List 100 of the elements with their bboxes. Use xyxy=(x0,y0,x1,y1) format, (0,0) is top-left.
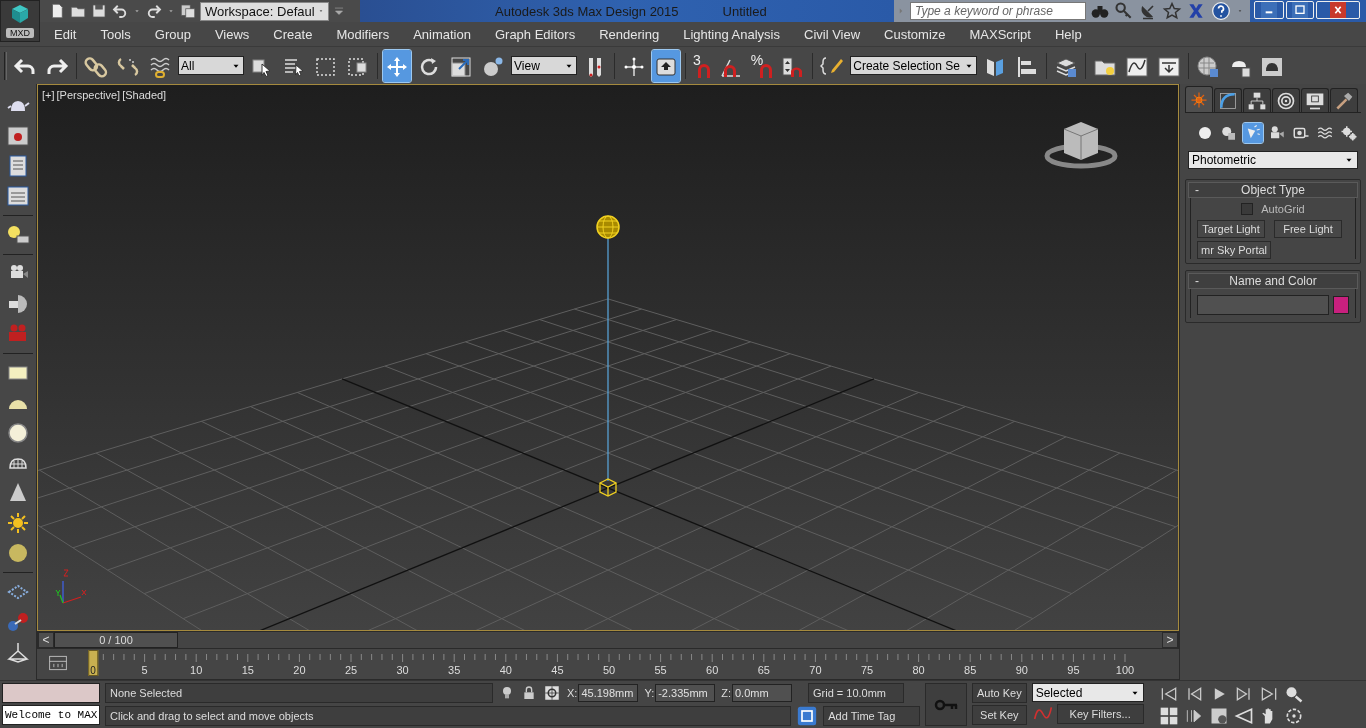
next-frame-button[interactable]: > xyxy=(1162,632,1178,648)
app-logo-button[interactable]: MXD xyxy=(0,0,40,42)
wireframe-pyramid-icon[interactable] xyxy=(6,640,30,664)
gears-category-button[interactable] xyxy=(1339,123,1359,143)
viewcube-icon[interactable] xyxy=(1044,122,1118,169)
menu-item[interactable]: Modifiers xyxy=(336,26,390,42)
rollout-header[interactable]: - Name and Color xyxy=(1188,273,1358,289)
toolbar-dropdown[interactable]: View xyxy=(511,56,577,75)
list-panel-icon[interactable] xyxy=(6,154,30,178)
sun-icon[interactable] xyxy=(6,511,30,535)
light-type-dropdown[interactable]: Photometric xyxy=(1188,151,1358,169)
checkbox-label: AutoGrid xyxy=(1261,203,1305,215)
undo-icon[interactable] xyxy=(111,2,129,20)
menu-item[interactable]: MAXScript xyxy=(969,26,1031,42)
coordinate-field[interactable]: -2.335mm xyxy=(655,684,716,703)
light-type-button[interactable]: Free Light xyxy=(1274,220,1342,238)
viewport[interactable]: [+] [Perspective] [Shaded] xyxy=(37,84,1179,631)
hammer-icon xyxy=(1334,90,1354,111)
frame-label: 30 xyxy=(396,664,409,676)
frame-label: 20 xyxy=(293,664,306,676)
menu-item[interactable]: Civil View xyxy=(804,26,861,42)
absolute-mode-icon[interactable] xyxy=(543,684,561,703)
add-time-tag-button[interactable]: Add Time Tag xyxy=(823,705,920,726)
selection-status-field: None Selected xyxy=(105,683,493,704)
sphere-icon[interactable] xyxy=(6,541,30,565)
save-icon[interactable] xyxy=(90,2,108,20)
bulb-panel-icon[interactable] xyxy=(6,223,30,247)
workspace-dropdown[interactable]: Workspace: Defaul xyxy=(200,1,329,21)
minimize-button[interactable] xyxy=(1254,1,1284,19)
project-folder-icon[interactable] xyxy=(179,2,197,20)
slider-panel-icon[interactable] xyxy=(6,184,30,208)
camera-sphere-icon[interactable] xyxy=(6,292,30,316)
light-globe-icon[interactable] xyxy=(596,215,620,239)
viewport-label[interactable]: [Shaded] xyxy=(122,89,167,101)
star-icon[interactable] xyxy=(1162,1,1182,21)
script-listener-field[interactable] xyxy=(2,683,100,703)
menu-item[interactable]: Tools xyxy=(100,26,131,42)
auto-key-button[interactable]: Auto Key xyxy=(972,683,1027,703)
script-listener-output[interactable]: Welcome to MAX xyxy=(2,705,100,725)
gears-icon xyxy=(1340,124,1358,142)
menu-item[interactable]: Create xyxy=(273,26,313,42)
time-slider-thumb[interactable]: 0 / 100 xyxy=(54,632,178,648)
monitor-tab[interactable] xyxy=(1301,88,1329,112)
menu-item[interactable]: Edit xyxy=(54,26,77,42)
key-mode-dropdown[interactable]: Selected xyxy=(1031,683,1144,702)
light-type-button[interactable]: Target Light xyxy=(1197,220,1265,238)
glowing-circle-icon[interactable] xyxy=(6,421,30,445)
coordinate-field[interactable]: 45.198mm xyxy=(578,684,639,703)
menu-item[interactable]: Lighting Analysis xyxy=(683,26,780,42)
track-bar-toggle-icon[interactable] xyxy=(47,653,69,673)
curved-arc-tab[interactable] xyxy=(1214,88,1242,112)
hierarchy-tab[interactable] xyxy=(1243,88,1271,112)
connected-spheres-icon[interactable] xyxy=(6,610,30,634)
upload-tray-button[interactable] xyxy=(652,49,680,82)
schematic-icon xyxy=(1157,54,1181,79)
menu-item[interactable]: Views xyxy=(214,26,250,42)
menu-item[interactable]: Customize xyxy=(884,26,946,42)
target-cube-icon[interactable] xyxy=(599,478,617,497)
magnet-button[interactable]: 3 xyxy=(691,49,713,82)
menu-item[interactable]: Graph Editors xyxy=(494,26,576,42)
frame-label: 35 xyxy=(448,664,461,676)
hierarchy-icon xyxy=(1247,90,1267,111)
previous-frame-button[interactable]: < xyxy=(38,632,54,648)
toolbar-dropdown[interactable]: All xyxy=(178,56,244,75)
object-name-field[interactable] xyxy=(1197,295,1329,315)
close-button[interactable] xyxy=(1316,1,1360,19)
menu-item[interactable]: Rendering xyxy=(599,26,660,42)
menu-item[interactable]: Help xyxy=(1054,26,1082,42)
toolbar-dropdown[interactable]: Create Selection Se xyxy=(850,56,977,75)
move-button[interactable] xyxy=(383,49,411,82)
target-rings-tab[interactable] xyxy=(1272,88,1300,112)
viewport-label[interactable]: [+] xyxy=(42,89,55,101)
redo-icon[interactable] xyxy=(145,2,163,20)
time-tag-icon[interactable] xyxy=(797,705,818,726)
field-of-view-icon[interactable] xyxy=(1233,706,1254,726)
coordinate-label: X: xyxy=(567,687,578,700)
logo-label: MXD xyxy=(6,28,34,38)
rollout-header[interactable]: - Object Type xyxy=(1188,182,1358,198)
menu-item[interactable]: Animation xyxy=(413,26,471,42)
search-field[interactable]: Type a keyword or phrase xyxy=(910,2,1086,20)
render-window-icon[interactable] xyxy=(6,124,30,148)
help-icon[interactable] xyxy=(1210,1,1232,21)
x-logo-icon[interactable] xyxy=(1186,1,1206,21)
time-slider-track[interactable]: 0 / 100 xyxy=(54,632,1162,648)
coordinate-field[interactable]: 0.0mm xyxy=(732,684,792,703)
menu-item[interactable]: Group xyxy=(154,26,191,42)
hammer-tab[interactable] xyxy=(1330,88,1358,112)
maximize-button[interactable] xyxy=(1286,1,1314,19)
key-icon[interactable] xyxy=(1114,1,1134,21)
set-key-button[interactable]: Set Key xyxy=(972,705,1027,725)
key-filters-button[interactable]: Key Filters... xyxy=(1056,704,1144,724)
starburst-tab[interactable] xyxy=(1185,86,1213,112)
autogrid-checkbox[interactable] xyxy=(1241,203,1254,215)
light-type-button[interactable]: mr Sky Portal xyxy=(1197,241,1271,259)
current-frame-marker[interactable]: 0 xyxy=(88,650,98,676)
magnet-button[interactable]: % xyxy=(748,49,776,82)
timeline-ruler[interactable]: 0 5 10 15 20 25 30 35 40 45 50 55 60 65 70 75 80 85 90 95 100 xyxy=(89,649,1139,679)
color-swatch[interactable] xyxy=(1333,296,1349,314)
zoom-all-icon[interactable] xyxy=(1158,706,1179,726)
viewport-label[interactable]: [Perspective] xyxy=(56,89,121,101)
